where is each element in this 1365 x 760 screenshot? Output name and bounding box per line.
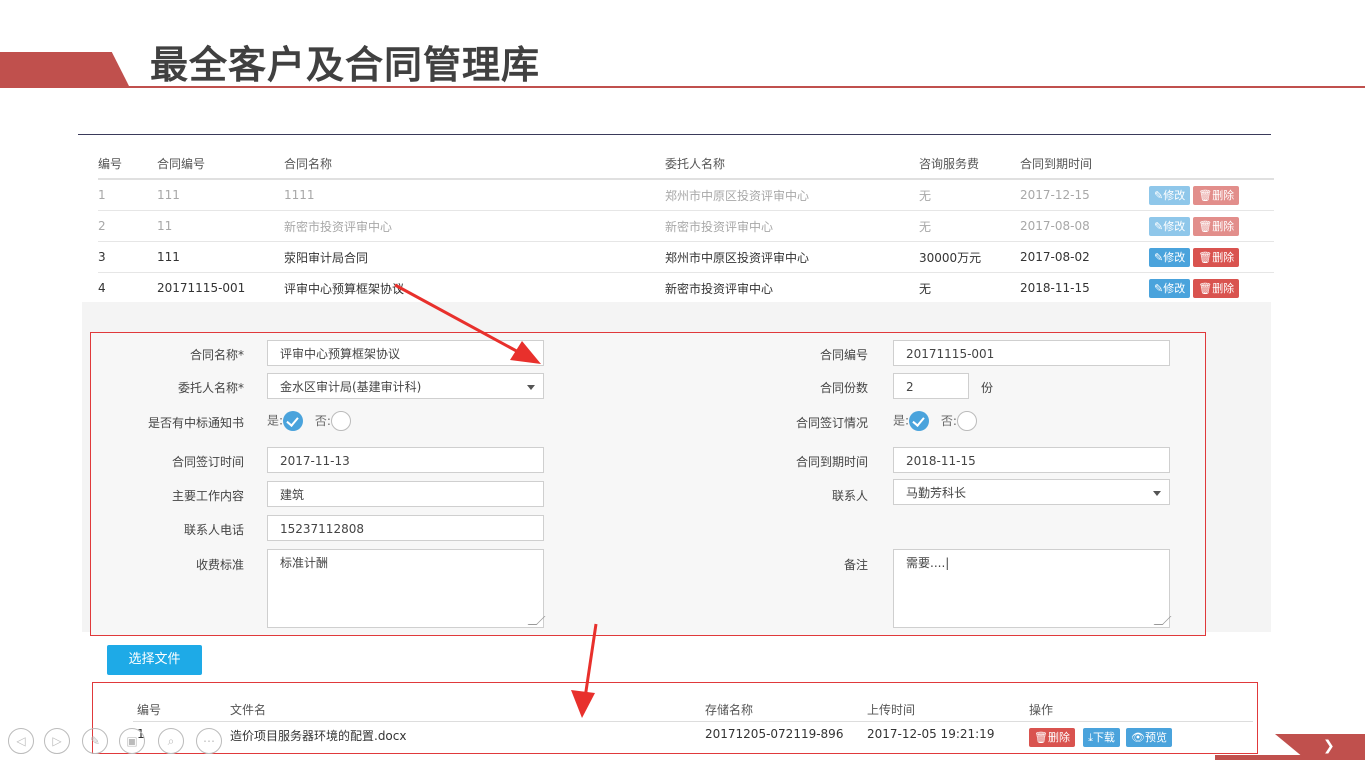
- slides-icon[interactable]: ▣: [119, 728, 145, 754]
- chevron-right-icon: ❯: [1323, 738, 1335, 754]
- pen-icon[interactable]: ✎: [82, 728, 108, 754]
- zoom-icon[interactable]: ⌕: [158, 728, 184, 754]
- next-slide-icon[interactable]: ▷: [44, 728, 70, 754]
- annotation-arrows: [394, 283, 598, 718]
- more-icon[interactable]: ⋯: [196, 728, 222, 754]
- prev-slide-icon[interactable]: ◁: [8, 728, 34, 754]
- annotation-arrow-to-files: [571, 623, 598, 718]
- annotation-arrow-to-form: [394, 283, 541, 364]
